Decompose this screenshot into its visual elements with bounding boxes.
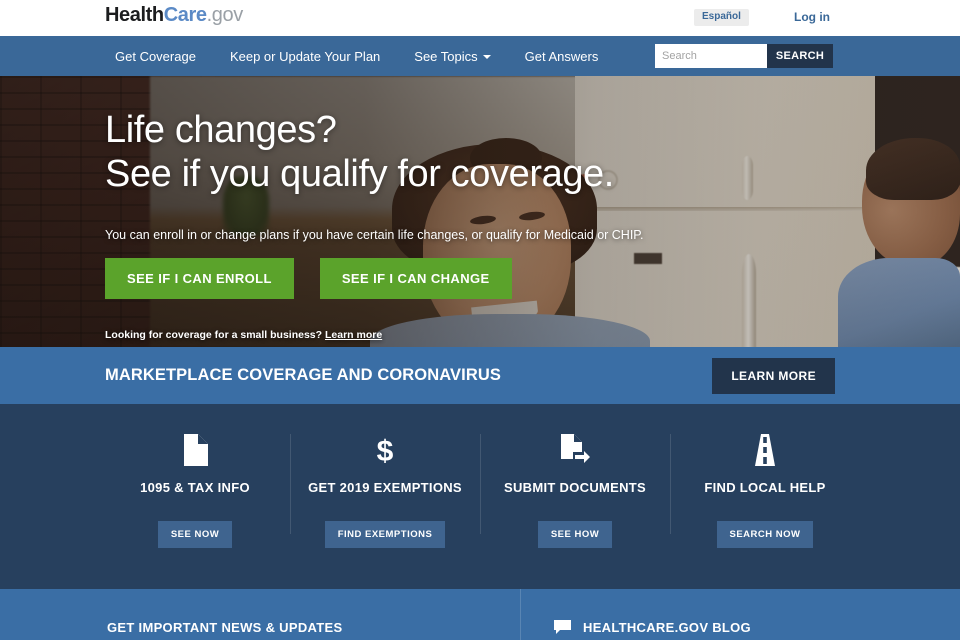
logo-gov-text: .gov (206, 4, 244, 26)
document-upload-icon (486, 432, 664, 468)
small-business-learn-more-link[interactable]: Learn more (325, 329, 382, 341)
hero-subtext: You can enroll in or change plans if you… (105, 228, 644, 243)
nav-item-get-answers[interactable]: Get Answers (525, 50, 616, 63)
quick-link-find-local-help[interactable]: FIND LOCAL HELP SEARCH NOW (670, 432, 860, 589)
logo-care-text: Care (163, 4, 207, 26)
quick-links-section: 1095 & TAX INFO SEE NOW $ GET 2019 EXEMP… (0, 404, 960, 589)
coronavirus-banner: MARKETPLACE COVERAGE AND CORONAVIRUS LEA… (0, 347, 960, 404)
nav-item-label: See Topics (414, 48, 478, 64)
footer-blog-title: HEALTHCARE.GOV BLOG (583, 620, 751, 635)
quick-link-label: SUBMIT DOCUMENTS (503, 480, 647, 495)
see-now-button[interactable]: SEE NOW (157, 521, 233, 548)
nav-item-label: Get Coverage (115, 48, 196, 64)
hero-headline-line-1: Life changes? (105, 109, 337, 151)
nav-item-label: Get Answers (524, 48, 599, 64)
small-business-text: Looking for coverage for a small busines… (105, 329, 323, 342)
quick-link-submit-documents[interactable]: SUBMIT DOCUMENTS SEE HOW (480, 432, 670, 589)
coronavirus-learn-more-button[interactable]: LEARN MORE (712, 358, 835, 394)
nav-item-get-coverage[interactable]: Get Coverage (115, 50, 213, 63)
espanol-button[interactable]: Español (694, 9, 749, 26)
footer-news-title: GET IMPORTANT NEWS & UPDATES (107, 620, 343, 635)
hero-headline-line-2: See if you qualify for coverage. (105, 153, 614, 196)
hero-button-group: SEE IF I CAN ENROLL SEE IF I CAN CHANGE (105, 258, 644, 300)
footer-blog-column[interactable]: HEALTHCARE.GOV BLOG (520, 589, 960, 640)
dollar-icon: $ (296, 432, 474, 468)
logo-health-text: Health (105, 4, 164, 26)
svg-text:$: $ (377, 435, 394, 466)
hero-section: Life changes? See if you qualify for cov… (0, 76, 960, 347)
quick-link-label: 1095 & TAX INFO (140, 480, 250, 495)
footer-news-column[interactable]: GET IMPORTANT NEWS & UPDATES (0, 589, 520, 640)
nav-item-keep-or-update-your-plan[interactable]: Keep or Update Your Plan (230, 50, 397, 63)
quick-link-label: GET 2019 EXEMPTIONS (308, 480, 462, 495)
search-form: SEARCH (655, 44, 833, 68)
coronavirus-banner-title: MARKETPLACE COVERAGE AND CORONAVIRUS (105, 366, 501, 384)
road-icon (676, 432, 854, 468)
hero-content: Life changes? See if you qualify for cov… (105, 108, 644, 341)
search-now-button[interactable]: SEARCH NOW (716, 521, 814, 548)
top-bar: HealthCare.gov Español Log in (0, 0, 960, 36)
chevron-down-icon (482, 55, 491, 60)
document-icon (106, 432, 284, 468)
nav-item-label: Keep or Update Your Plan (229, 48, 381, 64)
quick-links-grid: 1095 & TAX INFO SEE NOW $ GET 2019 EXEMP… (100, 432, 860, 589)
quick-link-exemptions[interactable]: $ GET 2019 EXEMPTIONS FIND EXEMPTIONS (290, 432, 480, 589)
hero-headline: Life changes? See if you qualify for cov… (105, 108, 644, 196)
see-if-i-can-change-button[interactable]: SEE IF I CAN CHANGE (319, 258, 512, 300)
quick-link-tax-info[interactable]: 1095 & TAX INFO SEE NOW (100, 432, 290, 589)
nav-item-see-topics[interactable]: See Topics (414, 50, 507, 63)
quick-link-label: FIND LOCAL HELP (704, 480, 826, 495)
see-if-i-can-enroll-button[interactable]: SEE IF I CAN ENROLL (105, 258, 294, 300)
speech-bubble-icon (554, 620, 571, 634)
footer-section: GET IMPORTANT NEWS & UPDATES HEALTHCARE.… (0, 589, 960, 640)
find-exemptions-button[interactable]: FIND EXEMPTIONS (324, 521, 446, 548)
small-business-note: Looking for coverage for a small busines… (105, 329, 644, 341)
search-button[interactable]: SEARCH (767, 44, 833, 68)
login-link[interactable]: Log in (794, 11, 830, 23)
see-how-button[interactable]: SEE HOW (537, 521, 613, 548)
site-logo[interactable]: HealthCare.gov (105, 4, 243, 27)
search-input[interactable] (655, 44, 767, 68)
main-navigation: Get Coverage Keep or Update Your Plan Se… (0, 36, 960, 76)
nav-item-list: Get Coverage Keep or Update Your Plan Se… (115, 50, 632, 63)
